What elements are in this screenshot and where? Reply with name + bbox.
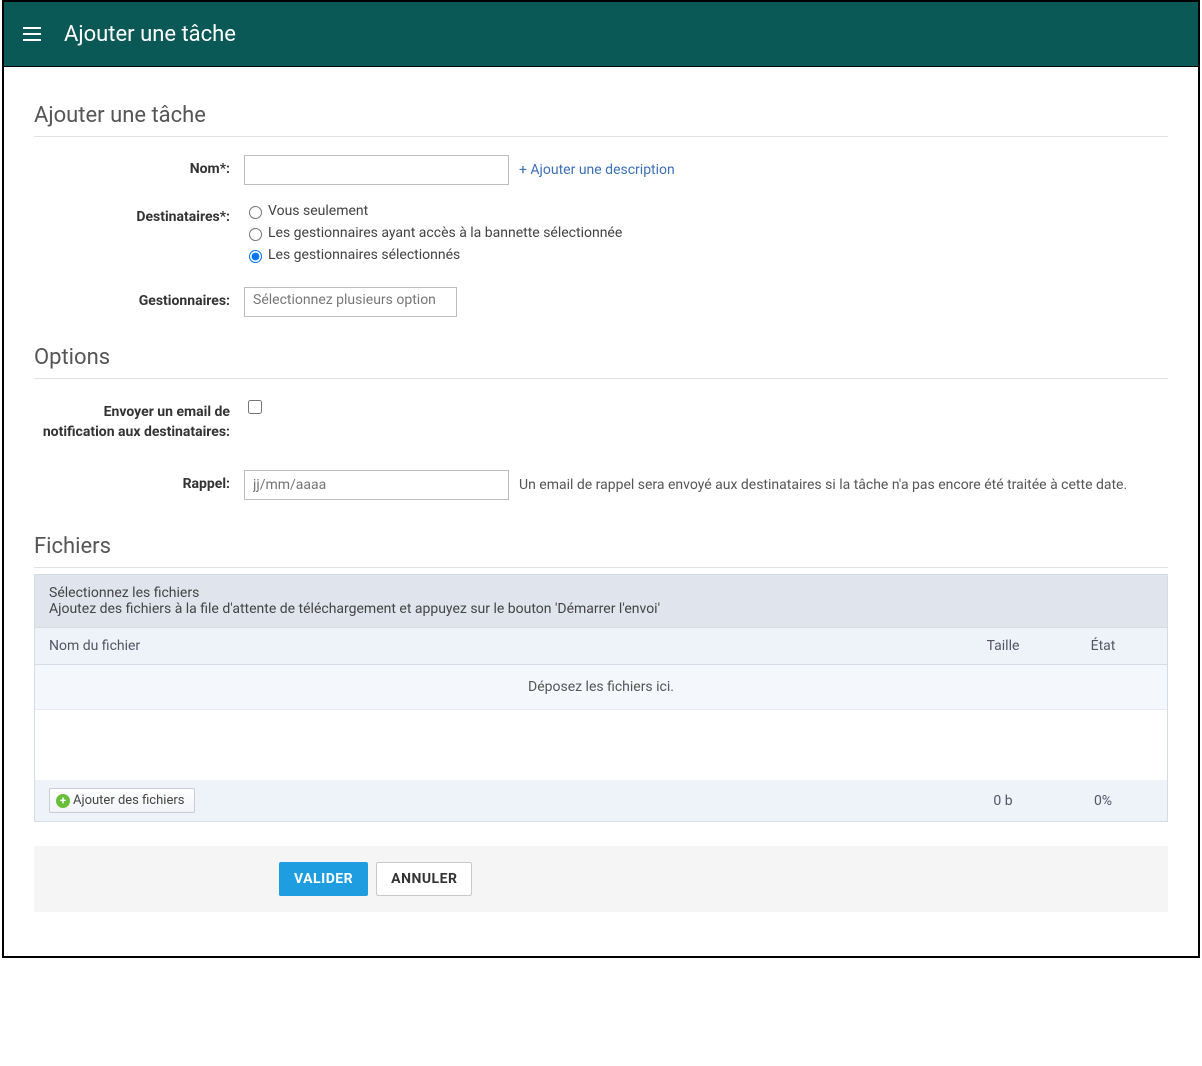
- files-header: Sélectionnez les fichiers Ajoutez des fi…: [35, 575, 1167, 628]
- radio-you-only[interactable]: Vous seulement: [244, 203, 1168, 219]
- files-header-line2: Ajoutez des fichiers à la file d'attente…: [49, 601, 1153, 617]
- radio-managers-access-input[interactable]: [249, 228, 262, 241]
- label-name: Nom*:: [34, 155, 244, 177]
- section-title-options: Options: [34, 345, 1168, 379]
- drop-zone[interactable]: Déposez les fichiers ici.: [35, 665, 1167, 710]
- radio-selected-managers-label: Les gestionnaires sélectionnés: [268, 247, 460, 263]
- col-size: Taille: [953, 638, 1053, 654]
- submit-button[interactable]: VALIDER: [279, 862, 368, 896]
- section-title-main: Ajouter une tâche: [34, 103, 1168, 137]
- appbar: Ajouter une tâche: [4, 2, 1198, 66]
- reminder-help-text: Un email de rappel sera envoyé aux desti…: [519, 477, 1127, 493]
- label-recipients: Destinataires*:: [34, 203, 244, 225]
- radio-you-only-label: Vous seulement: [268, 203, 368, 219]
- col-filename: Nom du fichier: [49, 638, 953, 654]
- col-status: État: [1053, 638, 1153, 654]
- files-header-line1: Sélectionnez les fichiers: [49, 585, 1153, 601]
- section-title-files: Fichiers: [34, 534, 1168, 568]
- menu-icon[interactable]: [20, 22, 44, 46]
- files-columns: Nom du fichier Taille État: [35, 628, 1167, 665]
- actions-bar: VALIDER ANNULER: [34, 846, 1168, 912]
- add-files-label: Ajouter des fichiers: [73, 793, 184, 808]
- radio-managers-access-label: Les gestionnaires ayant accès à la banne…: [268, 225, 622, 241]
- radio-you-only-input[interactable]: [249, 206, 262, 219]
- cancel-button[interactable]: ANNULER: [376, 862, 472, 896]
- files-empty-area: [35, 710, 1167, 780]
- email-notify-checkbox[interactable]: [248, 400, 262, 414]
- files-footer: + Ajouter des fichiers 0 b 0%: [35, 780, 1167, 821]
- radio-managers-access[interactable]: Les gestionnaires ayant accès à la banne…: [244, 225, 1168, 241]
- appbar-title: Ajouter une tâche: [64, 22, 236, 47]
- add-description-link[interactable]: + Ajouter une description: [519, 162, 675, 178]
- radio-selected-managers[interactable]: Les gestionnaires sélectionnés: [244, 247, 1168, 263]
- plus-icon: +: [56, 794, 70, 808]
- label-managers: Gestionnaires:: [34, 287, 244, 309]
- add-files-button[interactable]: + Ajouter des fichiers: [49, 788, 195, 813]
- name-input[interactable]: [244, 155, 509, 185]
- label-email-notify: Envoyer un email de notification aux des…: [34, 397, 244, 442]
- label-reminder: Rappel:: [34, 470, 244, 492]
- radio-selected-managers-input[interactable]: [249, 250, 262, 263]
- files-total-percent: 0%: [1053, 793, 1153, 809]
- files-total-size: 0 b: [953, 793, 1053, 809]
- reminder-input[interactable]: [244, 470, 509, 500]
- managers-select[interactable]: Sélectionnez plusieurs option: [244, 287, 457, 317]
- files-uploader: Sélectionnez les fichiers Ajoutez des fi…: [34, 574, 1168, 822]
